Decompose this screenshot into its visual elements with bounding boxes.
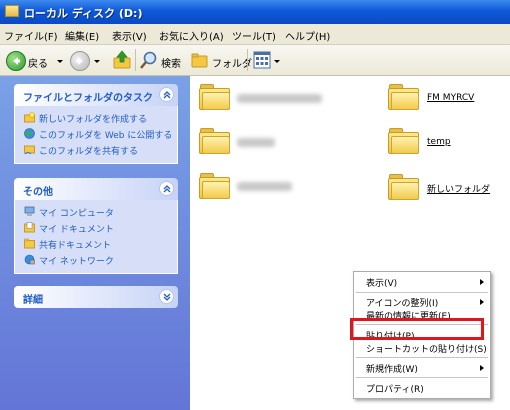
details-panel: 詳細 xyxy=(14,286,178,308)
menu-item-new[interactable]: 新規作成(W) xyxy=(354,360,490,376)
place-label: マイ ネットワーク xyxy=(39,257,114,267)
views-button[interactable] xyxy=(251,49,281,71)
menu-item-properties[interactable]: プロパティ(R) xyxy=(354,380,490,396)
place-label: マイ ドキュメント xyxy=(39,225,114,235)
folder-label-temp[interactable]: temp xyxy=(427,137,451,147)
file-folder-tasks-header[interactable]: ファイルとフォルダのタスク xyxy=(14,84,178,106)
folder-icon[interactable] xyxy=(388,128,420,154)
chevron-down-icon xyxy=(57,60,63,63)
window-title: ローカル ディスク (D:) xyxy=(24,7,143,20)
menu-item-label: ショートカットの貼り付け(S) xyxy=(366,345,487,355)
toolbar: 戻る 検索 フォルダ xyxy=(0,45,510,76)
menu-separator xyxy=(356,292,488,293)
new-folder-icon xyxy=(24,112,35,123)
computer-icon xyxy=(24,206,35,217)
menu-edit[interactable]: 編集(E) xyxy=(65,28,99,43)
folder-icon[interactable] xyxy=(199,173,231,199)
task-label: 新しいフォルダを作成する xyxy=(39,115,148,125)
documents-icon xyxy=(24,222,35,233)
folder-icon xyxy=(24,238,35,249)
folders-icon xyxy=(190,50,210,73)
place-label: マイ コンピュータ xyxy=(39,209,114,219)
folder-up-icon xyxy=(112,50,132,73)
menu-item-label: 表示(V) xyxy=(366,279,398,289)
other-places-body: マイ コンピュータ マイ ドキュメント 共有ドキュメント マイ ネットワーク xyxy=(14,200,178,274)
file-folder-tasks-body: 新しいフォルダを作成する このフォルダを Web に公開する このフォルダを共有… xyxy=(14,106,178,164)
task-pane: ファイルとフォルダのタスク 新しいフォルダを作成する このフォルダを Web に… xyxy=(0,76,190,410)
globe-icon xyxy=(24,128,35,139)
collapse-icon[interactable] xyxy=(159,87,174,102)
forward-arrow-icon xyxy=(70,51,90,71)
paste-highlight-box xyxy=(350,318,484,340)
task-label: このフォルダを共有する xyxy=(39,147,139,157)
drive-icon xyxy=(5,5,19,17)
menu-separator xyxy=(356,357,488,358)
menu-item-label: プロパティ(R) xyxy=(366,385,424,395)
back-label: 戻る xyxy=(28,59,48,70)
submenu-arrow-icon xyxy=(480,365,484,371)
explorer-window: ローカル ディスク (D:) ファイル(F) 編集(E) 表示(V) お気に入り… xyxy=(0,0,510,410)
back-arrow-icon xyxy=(6,51,26,71)
menu-view[interactable]: 表示(V) xyxy=(112,28,147,43)
menu-favorites[interactable]: お気に入り(A) xyxy=(159,28,224,43)
views-grid-icon xyxy=(253,51,271,72)
search-button[interactable]: 検索 xyxy=(139,49,185,71)
task-label: このフォルダを Web に公開する xyxy=(39,131,173,141)
submenu-arrow-icon xyxy=(480,279,484,285)
folders-button[interactable]: フォルダ xyxy=(190,49,252,73)
folder-icon[interactable] xyxy=(199,128,231,154)
details-header[interactable]: 詳細 xyxy=(14,286,178,308)
panel-title: 詳細 xyxy=(23,295,43,306)
submenu-arrow-icon xyxy=(480,299,484,305)
task-new-folder[interactable]: 新しいフォルダを作成する xyxy=(15,110,177,126)
other-places-panel: その他 マイ コンピュータ マイ ドキュメント 共有ドキュメント マイ ネットワ… xyxy=(14,178,178,274)
toolbar-separator xyxy=(135,49,136,71)
folder-label-fm-myrcv[interactable]: FM MYRCV xyxy=(427,93,474,103)
obscured-folder-label xyxy=(237,94,322,103)
place-shared-documents[interactable]: 共有ドキュメント xyxy=(15,236,177,252)
forward-button[interactable] xyxy=(70,49,106,71)
shared-folder-icon xyxy=(24,144,35,155)
place-my-computer[interactable]: マイ コンピュータ xyxy=(15,204,177,220)
place-my-documents[interactable]: マイ ドキュメント xyxy=(15,220,177,236)
obscured-folder-label xyxy=(237,138,275,147)
menu-tools[interactable]: ツール(T) xyxy=(232,28,276,43)
menu-item-label: 新規作成(W) xyxy=(366,365,418,375)
menu-file[interactable]: ファイル(F) xyxy=(4,28,58,43)
menu-item-view[interactable]: 表示(V) xyxy=(354,274,490,290)
chevron-down-icon xyxy=(94,60,100,63)
folder-icon[interactable] xyxy=(199,84,231,110)
title-bar[interactable]: ローカル ディスク (D:) xyxy=(0,0,510,24)
folder-label-new-folder[interactable]: 新しいフォルダ xyxy=(427,182,490,195)
task-publish-web[interactable]: このフォルダを Web に公開する xyxy=(15,126,177,142)
place-label: 共有ドキュメント xyxy=(39,241,112,251)
back-button[interactable]: 戻る xyxy=(6,49,64,71)
menu-bar: ファイル(F) 編集(E) 表示(V) お気に入り(A) ツール(T) ヘルプ(… xyxy=(0,24,510,45)
chevron-down-icon xyxy=(274,60,280,63)
menu-separator xyxy=(356,377,488,378)
menu-help[interactable]: ヘルプ(H) xyxy=(285,28,330,43)
file-folder-tasks-panel: ファイルとフォルダのタスク 新しいフォルダを作成する このフォルダを Web に… xyxy=(14,84,178,164)
network-icon xyxy=(24,254,35,265)
menu-item-paste-shortcut[interactable]: ショートカットの貼り付け(S) xyxy=(354,340,490,356)
folder-icon[interactable] xyxy=(388,174,420,200)
panel-title: ファイルとフォルダのタスク xyxy=(23,93,153,104)
place-my-network[interactable]: マイ ネットワーク xyxy=(15,252,177,268)
folder-icon[interactable] xyxy=(388,84,420,110)
collapse-icon[interactable] xyxy=(159,181,174,196)
panel-title: その他 xyxy=(23,187,53,198)
search-label: 検索 xyxy=(161,59,181,70)
folders-label: フォルダ xyxy=(212,59,252,70)
task-share-folder[interactable]: このフォルダを共有する xyxy=(15,142,177,158)
obscured-folder-label xyxy=(237,182,292,191)
up-button[interactable] xyxy=(110,49,134,71)
other-places-header[interactable]: その他 xyxy=(14,178,178,200)
expand-icon[interactable] xyxy=(159,289,174,304)
search-icon xyxy=(139,50,159,73)
toolbar-separator xyxy=(247,49,248,71)
